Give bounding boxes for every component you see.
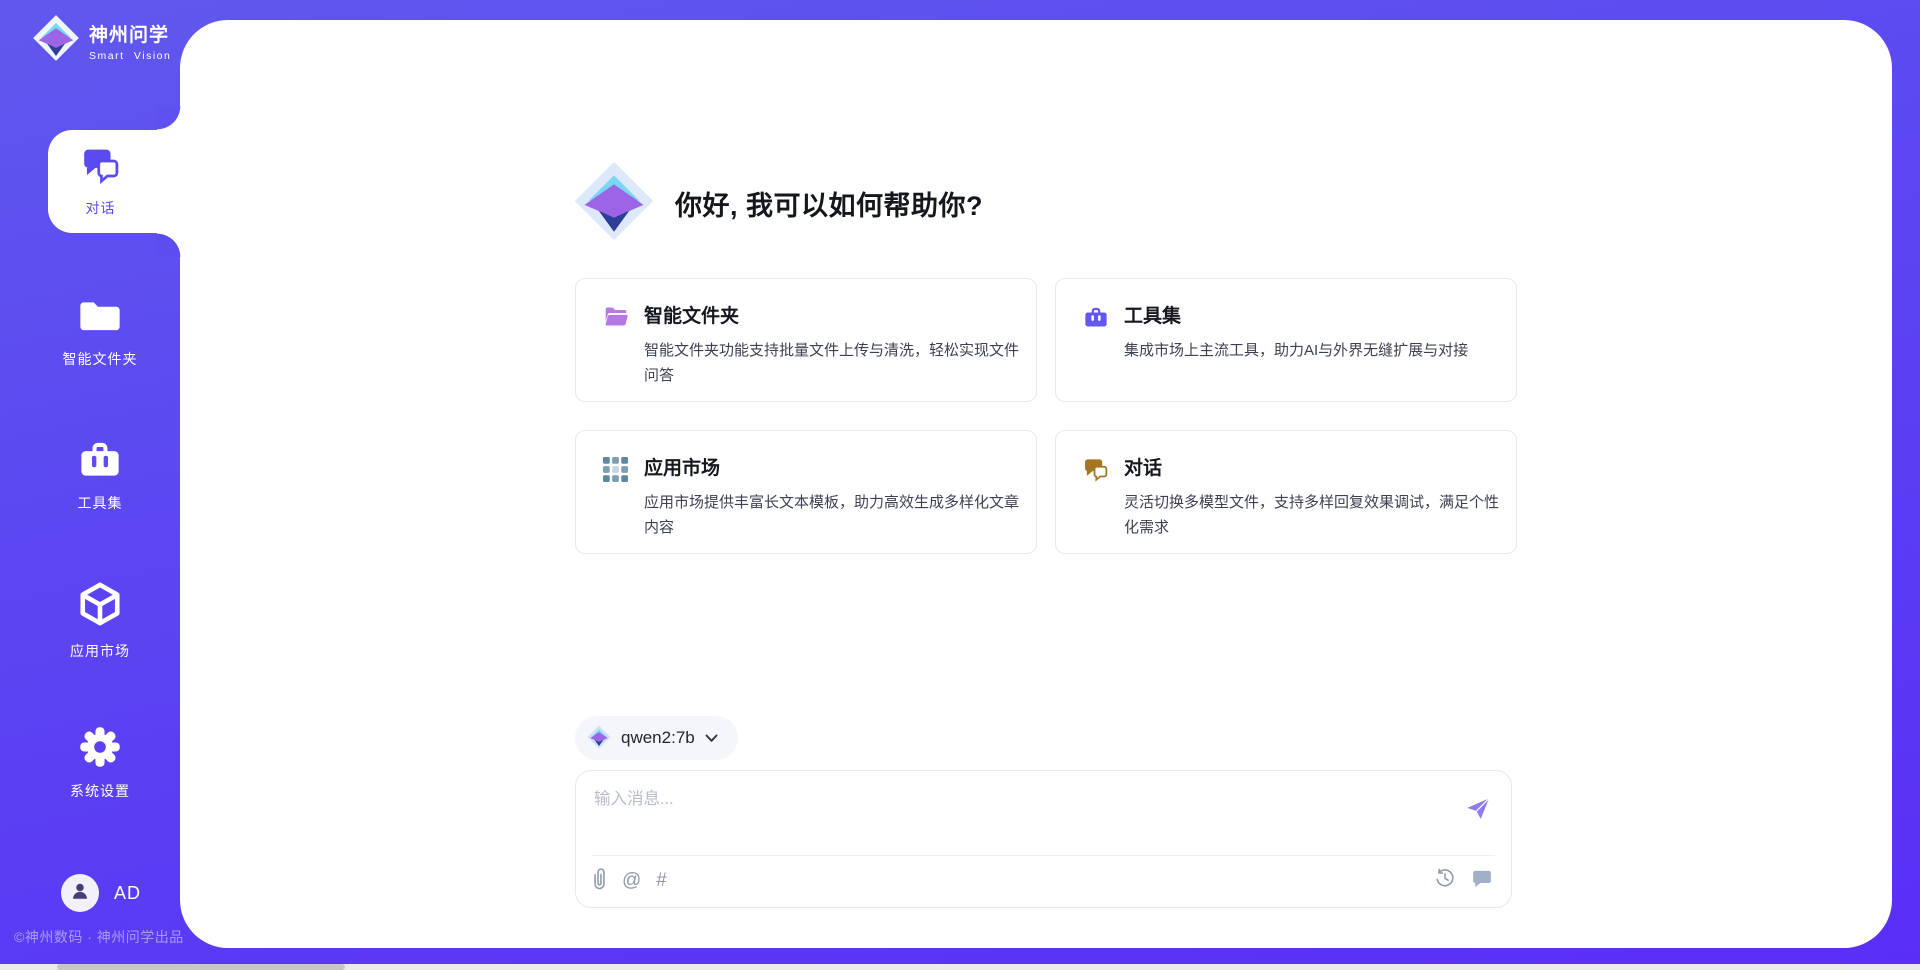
brand-subtitle: Smart Vision bbox=[89, 50, 171, 62]
card-title: 工具集 bbox=[1124, 301, 1492, 328]
attach-file-button[interactable] bbox=[592, 867, 607, 894]
chat-bubbles-icon bbox=[1083, 457, 1109, 488]
card-description: 应用市场提供丰富长文本模板，助力高效生成多样化文章内容 bbox=[644, 490, 1024, 540]
history-icon bbox=[1434, 867, 1456, 892]
model-name: qwen2:7b bbox=[621, 728, 695, 748]
sidebar-item-label: 对话 bbox=[86, 198, 116, 218]
greeting-block: 你好, 我可以如何帮助你? bbox=[573, 160, 983, 247]
at-sign-icon: @ bbox=[622, 870, 641, 892]
card-title: 对话 bbox=[1124, 453, 1492, 480]
horizontal-scrollbar bbox=[0, 964, 1920, 970]
brand-name: 神州问学 bbox=[89, 20, 171, 47]
gear-icon bbox=[79, 726, 121, 773]
card-chat[interactable]: 对话 灵活切换多模型文件，支持多样回复效果调试，满足个性化需求 bbox=[1055, 430, 1517, 554]
diamond-logo-icon bbox=[573, 160, 655, 247]
message-icon bbox=[1471, 867, 1493, 892]
message-composer: @ # bbox=[575, 770, 1512, 908]
message-input[interactable] bbox=[594, 785, 1434, 843]
card-smart-folder[interactable]: 智能文件夹 智能文件夹功能支持批量文件上传与清洗，轻松实现文件问答 bbox=[575, 278, 1037, 402]
history-button[interactable] bbox=[1434, 867, 1456, 892]
conversation-button[interactable] bbox=[1471, 867, 1493, 892]
sidebar-item-toolset[interactable]: 工具集 bbox=[20, 438, 180, 513]
paperclip-icon bbox=[592, 867, 607, 894]
sidebar-item-label: 工具集 bbox=[78, 493, 123, 513]
hash-icon: # bbox=[656, 870, 667, 892]
card-title: 智能文件夹 bbox=[644, 301, 1012, 328]
card-description: 智能文件夹功能支持批量文件上传与清洗，轻松实现文件问答 bbox=[644, 338, 1024, 388]
app-logo: 神州问学 Smart Vision bbox=[32, 14, 171, 67]
sidebar-item-label: 应用市场 bbox=[70, 641, 130, 661]
person-icon bbox=[69, 880, 91, 907]
user-profile[interactable]: AD bbox=[61, 874, 141, 912]
sidebar-item-settings[interactable]: 系统设置 bbox=[20, 726, 180, 801]
topic-button[interactable]: # bbox=[656, 870, 667, 892]
sidebar-item-app-market[interactable]: 应用市场 bbox=[20, 580, 180, 661]
chat-bubbles-icon bbox=[81, 146, 121, 191]
avatar bbox=[61, 874, 99, 912]
toolbox-icon bbox=[78, 438, 122, 485]
sidebar-footer-credit: ©神州数码 · 神州问学出品 bbox=[14, 927, 184, 947]
composer-divider bbox=[592, 855, 1495, 856]
send-plane-icon bbox=[1464, 810, 1492, 825]
chevron-down-icon bbox=[705, 731, 718, 746]
diamond-logo-icon bbox=[587, 725, 611, 752]
sidebar-item-smart-folder[interactable]: 智能文件夹 bbox=[20, 296, 180, 369]
card-description: 灵活切换多模型文件，支持多样回复效果调试，满足个性化需求 bbox=[1124, 490, 1504, 540]
cube-icon bbox=[77, 580, 123, 633]
sidebar-item-label: 智能文件夹 bbox=[63, 349, 138, 369]
sidebar-item-label: 系统设置 bbox=[70, 781, 130, 801]
mention-button[interactable]: @ bbox=[622, 870, 641, 892]
greeting-title: 你好, 我可以如何帮助你? bbox=[675, 184, 983, 223]
user-initials: AD bbox=[114, 883, 141, 904]
toolbox-icon bbox=[1083, 305, 1109, 334]
send-button[interactable] bbox=[1461, 793, 1495, 827]
card-title: 应用市场 bbox=[644, 453, 1012, 480]
folder-open-icon bbox=[603, 305, 630, 334]
folder-icon bbox=[78, 296, 122, 341]
horizontal-scrollbar-thumb[interactable] bbox=[57, 964, 345, 970]
grid-icon bbox=[603, 457, 628, 487]
shortcut-cards: 智能文件夹 智能文件夹功能支持批量文件上传与清洗，轻松实现文件问答 工具集 集成… bbox=[575, 278, 1517, 554]
card-app-market[interactable]: 应用市场 应用市场提供丰富长文本模板，助力高效生成多样化文章内容 bbox=[575, 430, 1037, 554]
tab-fillet-bottom bbox=[157, 233, 181, 257]
model-selector[interactable]: qwen2:7b bbox=[575, 716, 738, 760]
tab-fillet-top bbox=[157, 106, 181, 130]
diamond-logo-icon bbox=[32, 14, 80, 67]
card-description: 集成市场上主流工具，助力AI与外界无缝扩展与对接 bbox=[1124, 338, 1504, 363]
card-toolset[interactable]: 工具集 集成市场上主流工具，助力AI与外界无缝扩展与对接 bbox=[1055, 278, 1517, 402]
sidebar-item-chat[interactable]: 对话 bbox=[48, 130, 181, 233]
